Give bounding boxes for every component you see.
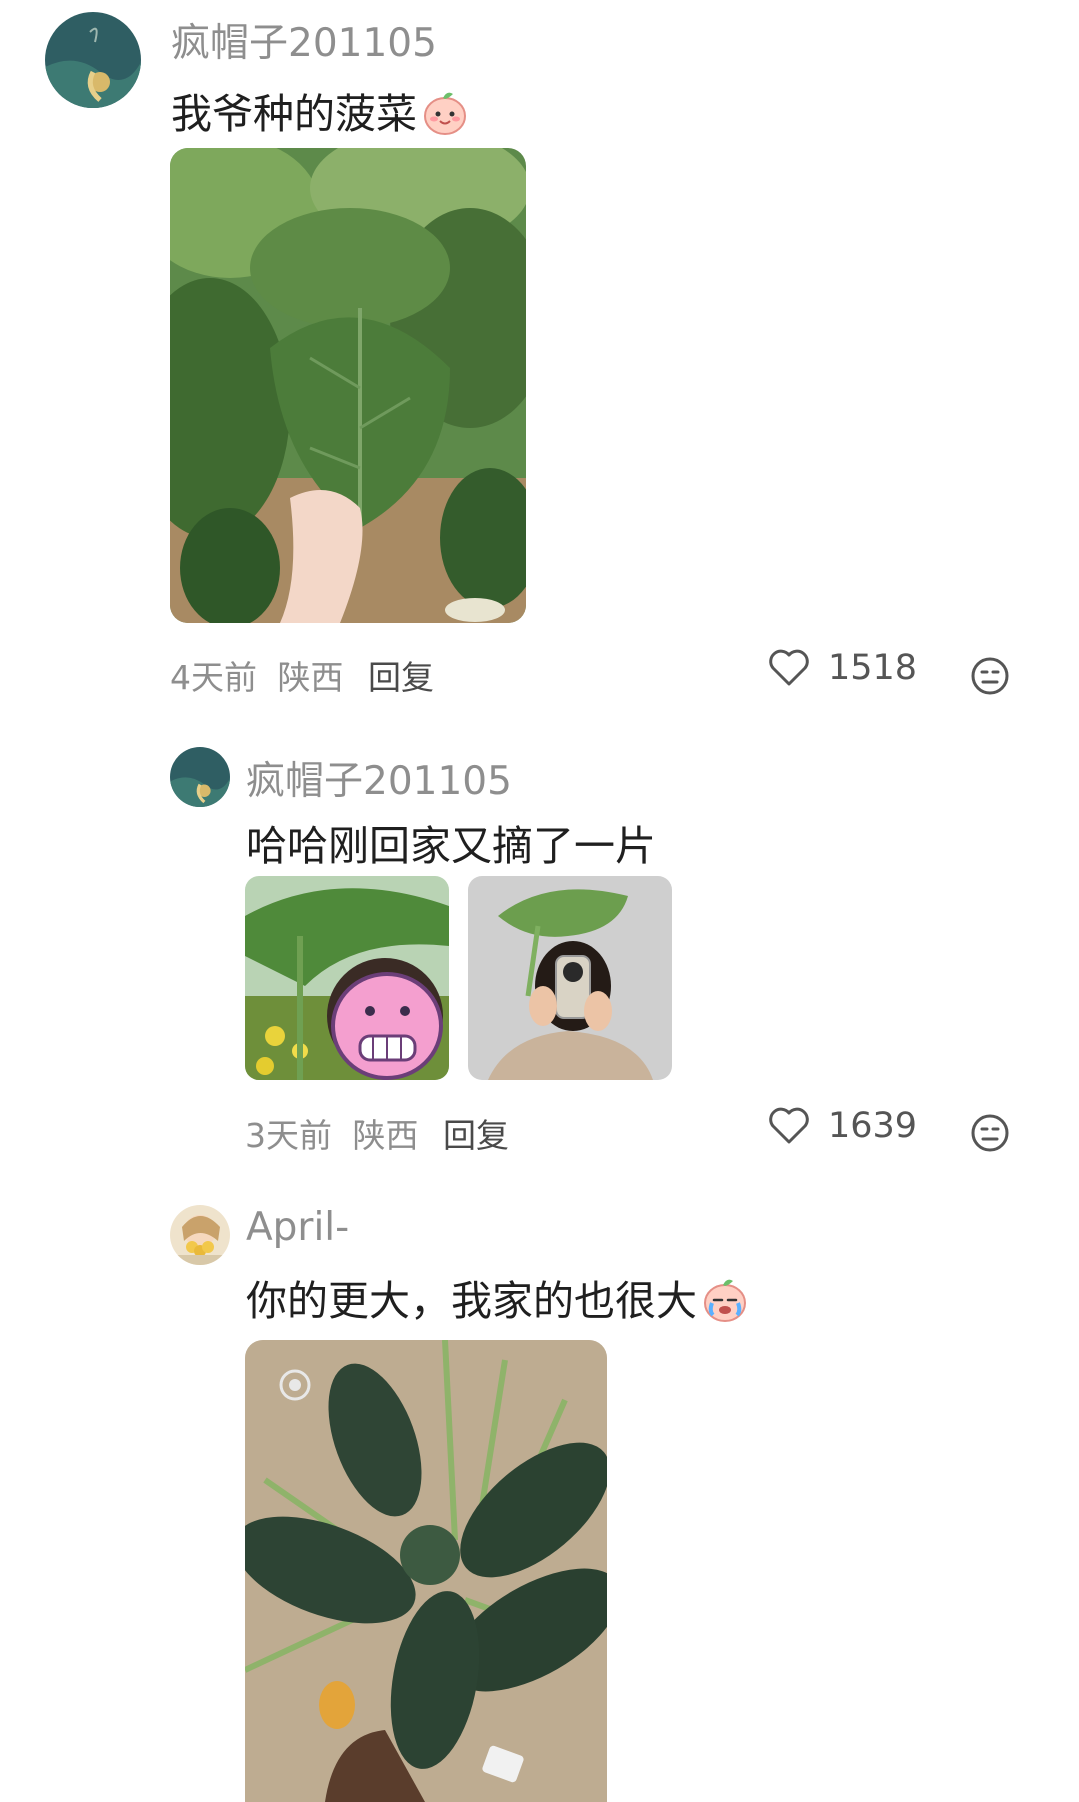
- like-button[interactable]: 1518: [768, 648, 917, 688]
- smiling-peach-emoji: [421, 88, 469, 146]
- comment-image[interactable]: [468, 876, 672, 1080]
- comment-text-content: 你的更大，我家的也很大: [246, 1277, 697, 1325]
- heart-outline-icon: [769, 649, 809, 686]
- reply-button[interactable]: 回复: [443, 1116, 509, 1155]
- react-button[interactable]: [970, 656, 1010, 696]
- reply-button[interactable]: 回复: [368, 658, 434, 697]
- comment-text: 你的更大，我家的也很大: [246, 1267, 749, 1333]
- username[interactable]: April-: [246, 1205, 349, 1250]
- comment-meta: 3天前 陕西 回复: [245, 1109, 509, 1157]
- comment-image[interactable]: [245, 1340, 607, 1802]
- comment-location: 陕西: [352, 1116, 419, 1155]
- avatar[interactable]: [170, 1205, 230, 1265]
- react-button[interactable]: [970, 1113, 1010, 1153]
- comment-meta: 4天前 陕西 回复: [170, 651, 434, 699]
- comment-location: 陕西: [277, 658, 344, 697]
- emoji-face-icon: [971, 657, 1009, 695]
- like-button[interactable]: 1639: [768, 1106, 917, 1146]
- avatar[interactable]: [170, 747, 230, 807]
- comment-text-content: 我爷种的菠菜: [171, 90, 417, 138]
- comment-image[interactable]: [170, 148, 526, 623]
- username[interactable]: 疯帽子201105: [246, 750, 512, 806]
- comment-text: 哈哈刚回家又摘了一片: [246, 822, 656, 870]
- crying-peach-emoji: [701, 1275, 749, 1333]
- avatar[interactable]: [45, 12, 141, 108]
- like-count: 1639: [828, 1106, 918, 1146]
- username[interactable]: 疯帽子201105: [171, 12, 437, 68]
- comment-time: 3天前: [245, 1116, 332, 1155]
- comment-image[interactable]: [245, 876, 449, 1080]
- comment-text: 我爷种的菠菜: [171, 80, 469, 146]
- comment-time: 4天前: [170, 658, 257, 697]
- emoji-face-icon: [971, 1114, 1009, 1152]
- heart-outline-icon: [769, 1107, 809, 1144]
- like-count: 1518: [828, 648, 918, 688]
